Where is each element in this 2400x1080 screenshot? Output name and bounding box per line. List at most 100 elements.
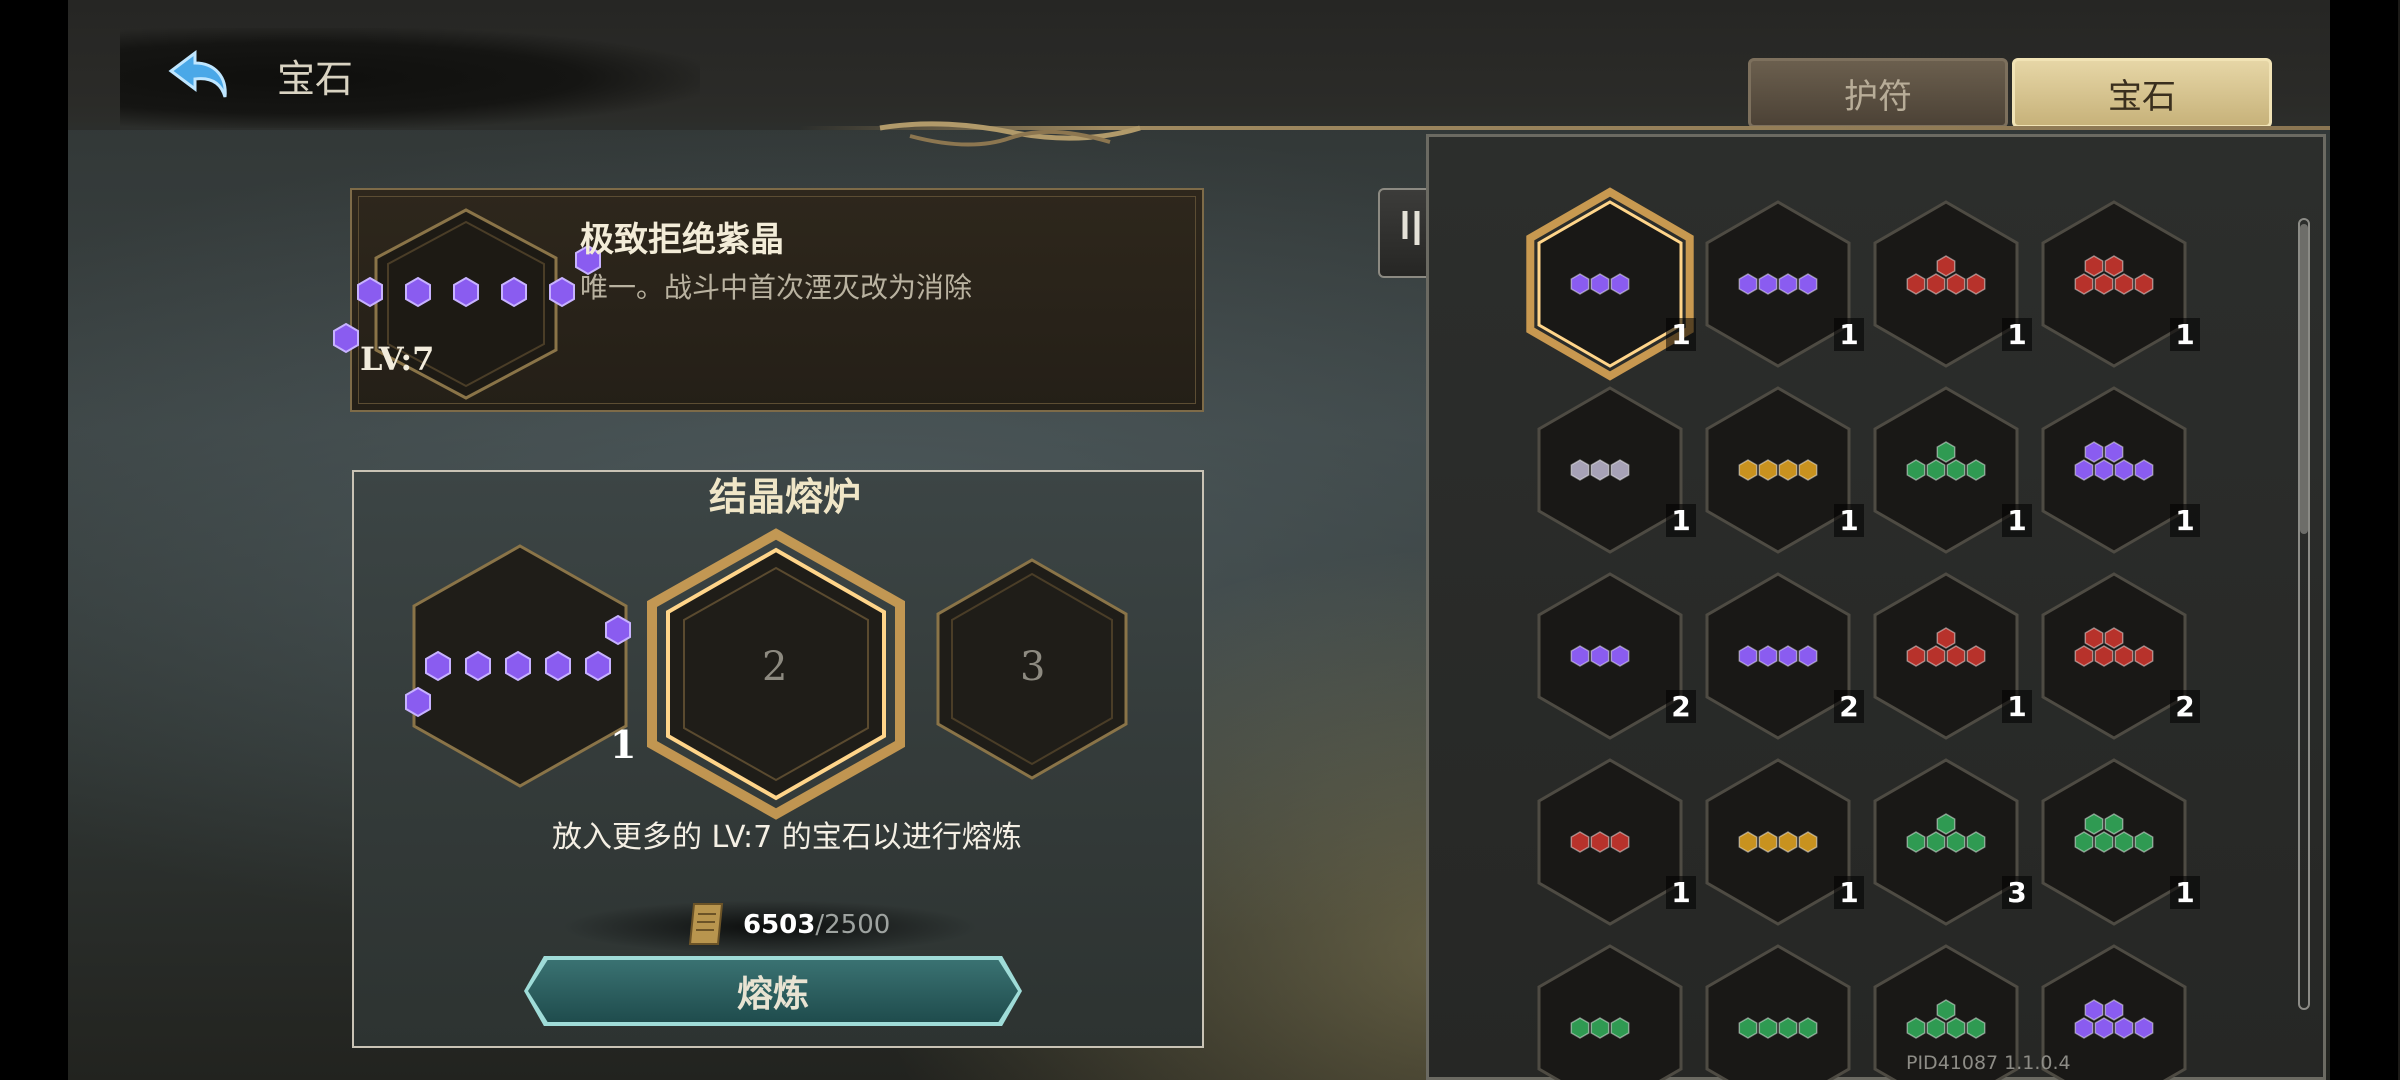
gem-piece	[1758, 645, 1778, 667]
gem-name: 极致拒绝紫晶	[580, 220, 784, 260]
gem-piece	[2134, 831, 2154, 853]
gem-piece	[1798, 459, 1818, 481]
gem-piece	[1966, 273, 1986, 295]
gem-piece	[1738, 1017, 1758, 1039]
tab-gem[interactable]: 宝石	[2012, 58, 2272, 128]
gem-count-badge: 1	[1666, 504, 1696, 537]
inventory-gem-slot[interactable]	[2041, 758, 2187, 926]
inventory-gem-slot[interactable]	[2041, 572, 2187, 740]
gem-piece	[2084, 627, 2104, 649]
back-arrow-icon	[168, 50, 227, 98]
inventory-gem-slot[interactable]	[2041, 200, 2187, 368]
left-letterbox	[0, 0, 68, 1080]
gem-piece	[1590, 459, 1610, 481]
furnace-title: 结晶熔炉	[708, 475, 861, 519]
gem-piece	[1936, 627, 1956, 649]
gem-piece	[1778, 645, 1798, 667]
inventory-gem-slot[interactable]	[1873, 572, 2019, 740]
gem-piece	[2074, 831, 2094, 853]
gem-count-badge: 2	[1834, 690, 1864, 723]
gem-slot-frame	[2041, 758, 2187, 926]
gem-piece	[1966, 831, 1986, 853]
gem-piece	[1936, 441, 1956, 463]
gem-piece	[1946, 273, 1966, 295]
gem-count-badge: 1	[2002, 690, 2032, 723]
furnace-slot-1-count: 1	[610, 722, 637, 767]
gem-piece	[2074, 645, 2094, 667]
gem-count-badge: 3	[2002, 876, 2032, 909]
furnace-slot-1[interactable]	[405, 544, 631, 788]
gem-piece	[2074, 459, 2094, 481]
furnace-slot-2-label: 2	[762, 644, 788, 690]
gem-piece	[1906, 831, 1926, 853]
gem-piece	[1778, 831, 1798, 853]
gem-piece	[1590, 273, 1610, 295]
scroll-currency-icon	[688, 903, 724, 945]
gem-piece	[1610, 273, 1630, 295]
gem-piece	[1758, 459, 1778, 481]
gem-piece	[2084, 813, 2104, 835]
gem-piece	[1946, 831, 1966, 853]
page-title: 宝石	[277, 57, 354, 101]
gem-level: LV:7	[360, 340, 435, 378]
smelt-button[interactable]: 熔炼	[528, 960, 1018, 1022]
gem-piece	[2134, 645, 2154, 667]
gem-piece	[1906, 645, 1926, 667]
selected-gem-preview	[333, 208, 601, 400]
gem-piece	[2084, 441, 2104, 463]
gem-piece	[1926, 273, 1946, 295]
gem-piece	[2074, 273, 2094, 295]
furnace-slot-3-label: 3	[1020, 644, 1046, 690]
cost-current: 6503	[743, 910, 816, 940]
gem-piece	[2104, 441, 2124, 463]
gem-count-badge: 1	[2170, 876, 2200, 909]
gem-piece	[1926, 459, 1946, 481]
inventory-gem-slot[interactable]	[1873, 386, 2019, 554]
cost-max: /2500	[815, 910, 891, 940]
gem-piece	[1926, 831, 1946, 853]
inventory-gem-slot[interactable]	[1537, 944, 1683, 1080]
inventory-gem-slot[interactable]	[1537, 386, 1683, 554]
inventory-gem-slot[interactable]	[1705, 758, 1851, 926]
inventory-gem-slot[interactable]	[1705, 572, 1851, 740]
gem-piece	[2114, 831, 2134, 853]
gem-piece	[1610, 645, 1630, 667]
gem-piece	[1610, 459, 1630, 481]
gem-count-badge: 1	[1834, 876, 1864, 909]
gem-count-badge: 1	[1666, 876, 1696, 909]
furnace-hint: 放入更多的 LV:7 的宝石以进行熔炼	[552, 820, 1022, 855]
gem-piece	[1570, 459, 1590, 481]
gem-piece	[1570, 1017, 1590, 1039]
gem-slot-frame	[1705, 572, 1851, 740]
inventory-gem-slot[interactable]	[1705, 944, 1851, 1080]
gem-slot-frame	[1873, 758, 2019, 926]
inventory-scroll-thumb[interactable]	[2300, 224, 2308, 534]
tab-amulet[interactable]: 护符	[1748, 58, 2008, 128]
inventory-gem-slot[interactable]	[1873, 200, 2019, 368]
gem-piece	[1738, 645, 1758, 667]
inventory-gem-slot[interactable]	[1873, 758, 2019, 926]
gem-piece	[2074, 1017, 2094, 1039]
gem-piece	[1906, 273, 1926, 295]
gem-piece	[1936, 813, 1956, 835]
gem-piece	[1966, 459, 1986, 481]
back-button[interactable]	[160, 42, 240, 108]
inventory-gem-slot[interactable]	[1537, 572, 1683, 740]
gem-slot-frame	[1537, 944, 1683, 1080]
gem-piece	[1798, 645, 1818, 667]
gem-count-badge: 1	[2170, 318, 2200, 351]
gem-piece	[1570, 645, 1590, 667]
gem-piece	[1798, 273, 1818, 295]
gem-piece	[1758, 273, 1778, 295]
inventory-gem-slot[interactable]	[2041, 386, 2187, 554]
gem-slot-frame	[1705, 758, 1851, 926]
gem-count-badge: 2	[2170, 690, 2200, 723]
inventory-gem-slot[interactable]	[1705, 200, 1851, 368]
gem-count-badge: 1	[2170, 504, 2200, 537]
inventory-gem-slot[interactable]	[1705, 386, 1851, 554]
gem-count-badge: 1	[1834, 318, 1864, 351]
gem-piece	[1610, 831, 1630, 853]
gem-piece	[1738, 273, 1758, 295]
inventory-gem-slot[interactable]	[1537, 758, 1683, 926]
gem-count-badge: 1	[2002, 318, 2032, 351]
